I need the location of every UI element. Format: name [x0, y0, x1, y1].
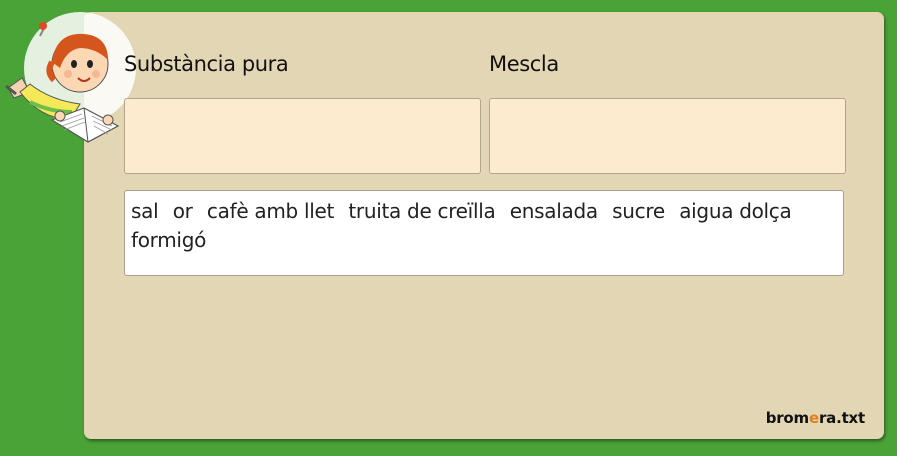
drop-zone-mixture[interactable]	[489, 98, 846, 174]
astronaut-reader-icon	[5, 12, 136, 143]
category-heading-mixture: Mescla	[489, 52, 559, 76]
draggable-word[interactable]: formigó	[131, 226, 206, 255]
draggable-word[interactable]: ensalada	[510, 197, 598, 226]
word-bank: sal or cafè amb llet truita de creïlla e…	[124, 190, 844, 276]
draggable-word[interactable]: aigua dolça	[679, 197, 792, 226]
draggable-word[interactable]: truita de creïlla	[348, 197, 495, 226]
draggable-word[interactable]: sal	[131, 197, 159, 226]
draggable-word[interactable]: or	[173, 197, 193, 226]
category-heading-pure: Substància pura	[124, 52, 289, 76]
bromera-logo: bromera.txt	[765, 409, 866, 427]
draggable-word[interactable]: sucre	[612, 197, 665, 226]
drop-zone-pure-substance[interactable]	[124, 98, 481, 174]
draggable-word[interactable]: cafè amb llet	[207, 197, 334, 226]
